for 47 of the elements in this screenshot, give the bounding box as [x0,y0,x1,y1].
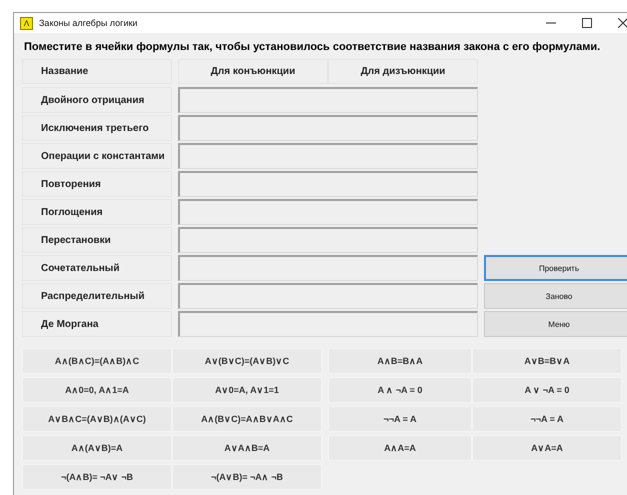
action-button[interactable]: Заново [484,283,627,309]
formula-tile[interactable]: ¬(A∨B)= ¬A∧ ¬B [172,464,322,490]
formula-drop-field[interactable] [178,87,478,113]
maximize-icon[interactable] [582,18,592,28]
column-header: Для дизъюнкции [328,59,478,84]
formula-tile[interactable]: A∧0=0, A∧1=A [22,377,172,403]
window-title: Законы алгебры логики [39,18,138,28]
formula-drop-field[interactable] [178,171,478,197]
law-name-cell: Повторения [22,171,172,197]
close-icon[interactable] [618,18,627,28]
instruction-text: Поместите в ячейки формулы так, чтобы установилось соответствие названия закона с его формулами. [24,41,602,53]
law-name-cell: Двойного отрицания [22,87,172,113]
formula-tile[interactable]: A∨A=A [472,435,622,461]
law-name-cell: Распределительный [22,283,172,309]
column-header: Название [22,59,172,84]
formula-tile[interactable]: A∨B∧C=(A∨B)∧(A∨C) [22,406,172,432]
formula-drop-field[interactable] [178,311,478,337]
action-button[interactable]: Меню [484,311,627,337]
formula-drop-field[interactable] [178,115,478,141]
formula-tile[interactable]: ¬(A∧B)= ¬A∨ ¬B [22,464,172,490]
law-name-cell: Сочетательный [22,255,172,281]
law-name-cell: Де Моргана [22,311,172,337]
formula-tile[interactable]: A∧(A∨B)=A [22,435,172,461]
law-name-cell: Операции с константами [22,143,172,169]
app-icon: Λ [20,16,33,30]
formula-tile[interactable]: A∨B=B∨A [472,348,622,374]
formula-tile[interactable]: A∨0=A, A∨1=1 [172,377,322,403]
law-name-cell: Поглощения [22,199,172,225]
column-header: Для конъюнкции [178,59,328,84]
formula-tile[interactable]: A∧(B∨C)=A∧B∨A∧C [172,406,322,432]
formula-tile[interactable]: A∧(B∧C)=(A∧B)∧C [22,348,172,374]
formula-drop-field[interactable] [178,143,478,169]
law-name-cell: Перестановки [22,227,172,253]
formula-drop-field[interactable] [178,199,478,225]
formula-drop-field[interactable] [178,227,478,253]
formula-tile[interactable]: A∧A=A [328,435,472,461]
formula-tile[interactable]: A∨(B∨C)=(A∨B)∨C [172,348,322,374]
formula-tile[interactable]: A∨A∧B=A [172,435,322,461]
law-name-cell: Исключения третьего [22,115,172,141]
formula-tile[interactable]: ¬¬A = A [472,406,622,432]
formula-tile[interactable]: A∧B=B∧A [328,348,472,374]
formula-drop-field[interactable] [178,283,478,309]
action-button[interactable]: Проверить [484,255,627,281]
formula-tile[interactable]: ¬¬A = A [328,406,472,432]
formula-tile[interactable]: A ∨ ¬A = 0 [472,377,622,403]
formula-tile[interactable]: A ∧ ¬A = 0 [328,377,472,403]
formula-drop-field[interactable] [178,255,478,281]
